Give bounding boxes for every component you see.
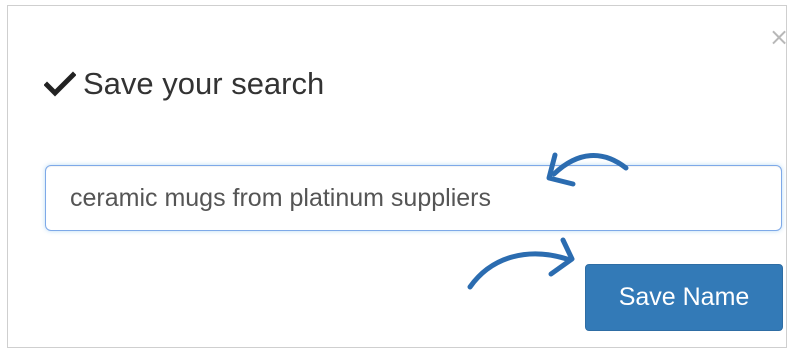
search-name-input[interactable] bbox=[45, 165, 782, 231]
save-name-button[interactable]: Save Name bbox=[585, 264, 783, 331]
close-icon[interactable]: × bbox=[768, 24, 790, 50]
checkmark-icon bbox=[44, 68, 76, 100]
dialog-title: Save your search bbox=[44, 64, 324, 104]
save-search-dialog: × Save your search Save Name bbox=[7, 5, 790, 348]
dialog-title-text: Save your search bbox=[83, 66, 325, 101]
